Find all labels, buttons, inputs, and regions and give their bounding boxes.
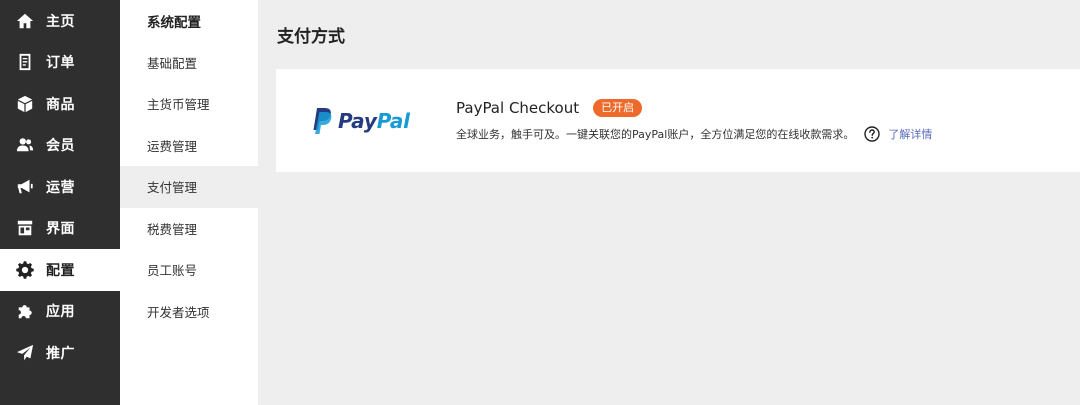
order-document-icon (16, 53, 34, 71)
help-question-icon[interactable] (864, 126, 881, 142)
home-icon (16, 12, 34, 30)
subnav-item-taxes[interactable]: 税费管理 (120, 208, 258, 250)
nav-item-promotion[interactable]: 推广 (0, 332, 120, 374)
status-badge: 已开启 (593, 99, 643, 117)
nav-item-home[interactable]: 主页 (0, 0, 120, 42)
gateway-description-row: 全球业务，触手可及。一键关联您的PayPal账户，全方位满足您的在线收款需求。 … (456, 126, 1080, 142)
gateway-info: PayPal Checkout 已开启 全球业务，触手可及。一键关联您的PayP… (456, 99, 1080, 142)
learn-more-link[interactable]: 了解详情 (888, 126, 932, 142)
paper-plane-icon (16, 344, 34, 362)
nav-item-label: 订单 (46, 55, 75, 72)
paypal-logo: PayPal (276, 107, 456, 135)
app-root: 主页 订单 商品 会员 运营 界面 配置 应用 推广 系统配置 基础配置 主货币… (0, 0, 1080, 405)
paypal-wordmark: PayPal (338, 109, 410, 133)
gateway-name: PayPal Checkout (456, 99, 580, 117)
primary-sidebar: 主页 订单 商品 会员 运营 界面 配置 应用 推广 (0, 0, 120, 405)
page-title: 支付方式 (277, 27, 345, 47)
nav-item-label: 界面 (46, 221, 75, 238)
nav-item-label: 应用 (46, 304, 75, 321)
gateway-title-row: PayPal Checkout 已开启 (456, 99, 1080, 117)
subnav-item-basic-settings[interactable]: 基础配置 (120, 42, 258, 84)
subnav-item-shipping[interactable]: 运费管理 (120, 125, 258, 167)
subnav-item-currency[interactable]: 主货币管理 (120, 83, 258, 125)
paypal-wordmark-pay: Pay (338, 108, 377, 133)
puzzle-icon (16, 302, 34, 320)
nav-item-label: 商品 (46, 96, 75, 113)
paypal-wordmark-pal: Pal (376, 108, 410, 133)
subnav-item-payments[interactable]: 支付管理 (120, 166, 258, 208)
nav-item-label: 推广 (46, 345, 75, 362)
nav-item-operations[interactable]: 运营 (0, 166, 120, 208)
nav-item-settings[interactable]: 配置 (0, 249, 120, 291)
payment-gateway-card[interactable]: PayPal PayPal Checkout 已开启 全球业务，触手可及。一键关… (276, 69, 1080, 172)
nav-item-label: 运营 (46, 179, 75, 196)
nav-item-products[interactable]: 商品 (0, 83, 120, 125)
nav-item-label: 会员 (46, 138, 75, 155)
nav-item-label: 主页 (46, 13, 75, 30)
nav-item-apps[interactable]: 应用 (0, 291, 120, 333)
nav-item-members[interactable]: 会员 (0, 125, 120, 167)
members-icon (16, 136, 34, 154)
megaphone-icon (16, 178, 34, 196)
product-box-icon (16, 95, 34, 113)
main-content: 支付方式 PayPal PayPal Checkout 已开启 全球业务，触手可… (258, 0, 1080, 405)
subnav-item-developer[interactable]: 开发者选项 (120, 291, 258, 333)
subnav-item-staff-accounts[interactable]: 员工账号 (120, 249, 258, 291)
storefront-icon (16, 219, 34, 237)
nav-item-interface[interactable]: 界面 (0, 208, 120, 250)
paypal-p-icon (313, 107, 332, 134)
secondary-sidebar: 系统配置 基础配置 主货币管理 运费管理 支付管理 税费管理 员工账号 开发者选… (120, 0, 258, 405)
nav-item-orders[interactable]: 订单 (0, 42, 120, 84)
subnav-title: 系统配置 (147, 14, 201, 31)
gear-icon (16, 261, 34, 279)
gateway-description: 全球业务，触手可及。一键关联您的PayPal账户，全方位满足您的在线收款需求。 (456, 128, 855, 141)
nav-item-label: 配置 (46, 262, 75, 279)
